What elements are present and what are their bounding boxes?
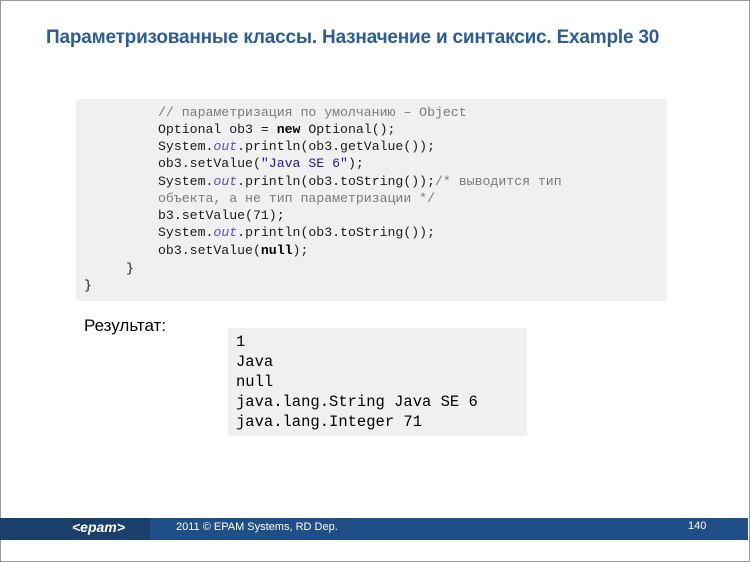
code-text: ); bbox=[347, 156, 364, 171]
code-field: out bbox=[213, 139, 238, 154]
code-line: System.out.println(ob3.getValue()); bbox=[158, 138, 435, 155]
code-text: Optional(); bbox=[300, 122, 396, 137]
code-text: ); bbox=[292, 243, 309, 258]
code-text: ob3.setValue( bbox=[158, 243, 261, 258]
code-text: } bbox=[126, 261, 134, 276]
code-comment: /* выводится тип bbox=[435, 174, 562, 189]
code-text: Optional ob3 = bbox=[158, 122, 277, 137]
code-keyword: new bbox=[276, 122, 301, 137]
code-text: b3.setValue(71); bbox=[158, 208, 285, 223]
code-line: b3.setValue(71); bbox=[158, 207, 285, 224]
code-field: out bbox=[213, 225, 238, 240]
code-comment: // параметризация по умолчанию – Object bbox=[158, 105, 467, 120]
code-text: System. bbox=[158, 225, 214, 240]
epam-logo: <epam> bbox=[72, 519, 125, 535]
code-text: .println(ob3.toString()); bbox=[237, 225, 436, 240]
code-keyword: null bbox=[260, 243, 293, 258]
output-line: Java bbox=[236, 353, 274, 371]
code-line: } bbox=[84, 277, 92, 294]
code-line: // параметризация по умолчанию – Object bbox=[158, 104, 467, 121]
code-line: Optional ob3 = new Optional(); bbox=[158, 121, 395, 138]
page-number: 140 bbox=[688, 520, 707, 532]
code-comment: объекта, а не тип параметризации */ bbox=[158, 191, 435, 206]
code-line: объекта, а не тип параметризации */ bbox=[158, 190, 435, 207]
code-line: ob3.setValue(null); bbox=[158, 242, 308, 259]
code-text: .println(ob3.toString()); bbox=[237, 174, 436, 189]
code-line: ob3.setValue("Java SE 6"); bbox=[158, 155, 364, 172]
code-string: "Java SE 6" bbox=[260, 156, 348, 171]
code-text: .println(ob3.getValue()); bbox=[237, 139, 436, 154]
result-label: Результат: bbox=[84, 316, 167, 335]
output-line: java.lang.Integer 71 bbox=[236, 413, 423, 431]
code-text: System. bbox=[158, 139, 214, 154]
code-text: ob3.setValue( bbox=[158, 156, 261, 171]
code-text: System. bbox=[158, 174, 214, 189]
output-block: 1 Java null java.lang.String Java SE 6 j… bbox=[228, 328, 527, 436]
output-line: null bbox=[236, 373, 274, 391]
slide-title: Параметризованные классы. Назначение и с… bbox=[46, 27, 660, 48]
footer-copyright: 2011 © EPAM Systems, RD Dep. bbox=[176, 521, 338, 533]
output-line: java.lang.String Java SE 6 bbox=[236, 393, 478, 411]
code-text: } bbox=[84, 278, 92, 293]
code-line: System.out.println(ob3.toString());/* вы… bbox=[158, 173, 562, 190]
code-field: out bbox=[213, 174, 238, 189]
code-line: } bbox=[126, 260, 134, 277]
code-block: // параметризация по умолчанию – Object … bbox=[76, 99, 667, 301]
code-line: System.out.println(ob3.toString()); bbox=[158, 224, 435, 241]
output-line: 1 bbox=[236, 333, 246, 351]
